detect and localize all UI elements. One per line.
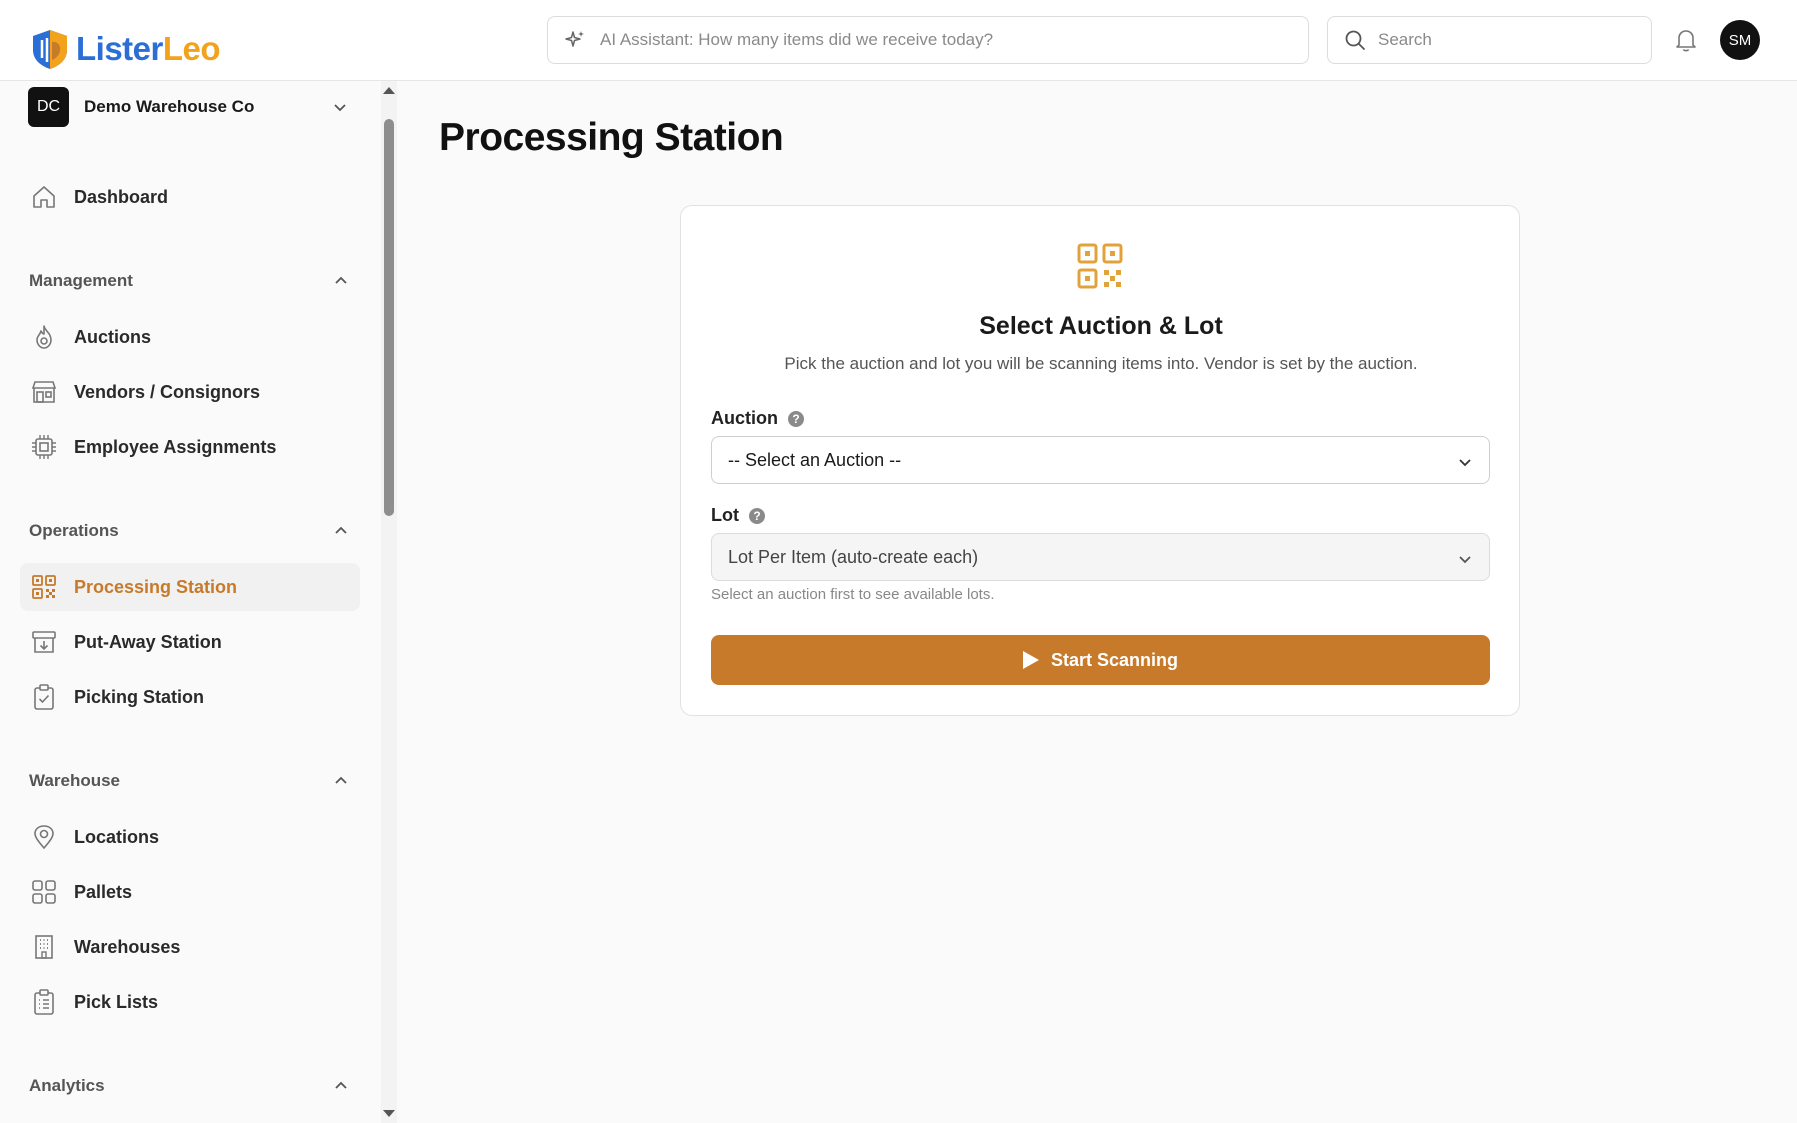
lot-hint: Select an auction first to see available… <box>711 586 995 603</box>
ai-assistant-placeholder: AI Assistant: How many items did we rece… <box>600 30 994 49</box>
sidebar: DC Demo Warehouse Co Dashboard Managemen… <box>0 81 380 1123</box>
scroll-up-arrow[interactable] <box>383 87 395 94</box>
chip-icon <box>32 435 56 459</box>
help-icon[interactable]: ? <box>788 410 804 427</box>
sidebar-item-label: Auctions <box>74 326 152 347</box>
search-icon <box>1345 30 1365 50</box>
start-scanning-label: Start Scanning <box>1050 649 1179 670</box>
section-analytics[interactable]: Analytics <box>29 1074 349 1098</box>
store-icon <box>31 381 57 403</box>
lot-select-value: Lot Per Item (auto-create each) <box>728 546 979 567</box>
section-warehouse[interactable]: Warehouse <box>29 769 349 793</box>
lot-select[interactable]: Lot Per Item (auto-create each) <box>711 533 1490 581</box>
section-management[interactable]: Management <box>29 269 349 293</box>
section-title: Warehouse <box>29 771 121 790</box>
sidebar-item-label: Employee Assignments <box>74 436 277 457</box>
sidebar-item-processing-station[interactable]: Processing Station <box>20 563 360 611</box>
app-logo[interactable]: ListerLeo <box>30 28 221 70</box>
sidebar-item-label: Processing Station <box>74 576 238 597</box>
card-title: Select Auction & Lot <box>979 312 1223 340</box>
sidebar-item-label: Picking Station <box>74 686 205 707</box>
logo-text: ListerLeo <box>76 30 221 67</box>
chevron-up-icon <box>335 276 347 284</box>
clipboard-check-icon <box>34 684 54 710</box>
org-switcher[interactable]: DC Demo Warehouse Co <box>28 87 348 127</box>
sidebar-item-label: Put-Away Station <box>74 631 222 652</box>
auction-label-text: Auction <box>711 408 778 428</box>
map-pin-icon <box>34 825 54 850</box>
clipboard-list-icon <box>34 989 54 1015</box>
start-scanning-button[interactable]: Start Scanning <box>711 635 1490 685</box>
sidebar-item-label: Dashboard <box>74 186 169 207</box>
sparkle-icon <box>565 31 584 47</box>
home-icon <box>33 186 55 208</box>
sidebar-item-picking-station[interactable]: Picking Station <box>20 673 360 721</box>
sidebar-item-pallets[interactable]: Pallets <box>20 868 360 916</box>
sidebar-item-label: Pallets <box>74 881 133 902</box>
chevron-down-icon <box>1459 459 1471 467</box>
user-avatar[interactable]: SM <box>1720 20 1760 60</box>
section-title: Operations <box>29 521 119 540</box>
help-icon[interactable]: ? <box>748 507 765 524</box>
qr-code-icon <box>32 575 56 599</box>
top-bar: ListerLeo AI Assistant: How many items d… <box>0 0 1797 81</box>
sidebar-item-locations[interactable]: Locations <box>20 813 360 861</box>
section-title: Analytics <box>29 1076 105 1095</box>
qr-code-icon <box>1077 243 1123 289</box>
select-auction-card: Select Auction & Lot Pick the auction an… <box>680 205 1520 716</box>
sidebar-item-pick-lists[interactable]: Pick Lists <box>20 978 360 1026</box>
sidebar-item-warehouses[interactable]: Warehouses <box>20 923 360 971</box>
page-title: Processing Station <box>439 116 784 159</box>
scroll-thumb[interactable] <box>384 119 394 516</box>
archive-down-icon <box>32 631 56 653</box>
grid-icon <box>32 880 56 904</box>
sidebar-item-employee-assignments[interactable]: Employee Assignments <box>20 423 360 471</box>
org-badge: DC <box>28 87 69 127</box>
sidebar-item-vendors[interactable]: Vendors / Consignors <box>20 368 360 416</box>
lot-label: Lot ? <box>711 505 765 526</box>
auction-select[interactable]: -- Select an Auction -- <box>711 436 1490 484</box>
org-name: Demo Warehouse Co <box>84 97 255 116</box>
sidebar-item-label: Locations <box>74 826 160 847</box>
sidebar-item-put-away-station[interactable]: Put-Away Station <box>20 618 360 666</box>
shield-logo-icon <box>33 30 67 69</box>
card-subtitle: Pick the auction and lot you will be sca… <box>784 354 1418 373</box>
building-icon <box>35 935 53 959</box>
auction-select-value: -- Select an Auction -- <box>728 449 902 470</box>
chevron-down-icon <box>334 104 346 112</box>
sidebar-scrollbar[interactable] <box>381 81 397 1123</box>
ai-assistant-input[interactable]: AI Assistant: How many items did we rece… <box>547 16 1309 64</box>
auction-label: Auction ? <box>711 408 804 429</box>
search-placeholder: Search <box>1378 30 1432 49</box>
lot-label-text: Lot <box>711 505 739 525</box>
play-icon <box>1022 651 1039 669</box>
section-operations[interactable]: Operations <box>29 519 349 543</box>
chevron-up-icon <box>335 1081 347 1089</box>
section-title: Management <box>29 271 133 290</box>
chevron-down-icon <box>1459 556 1471 564</box>
sidebar-item-label: Warehouses <box>74 936 181 957</box>
sidebar-item-auctions[interactable]: Auctions <box>20 313 360 361</box>
sidebar-item-label: Vendors / Consignors <box>74 381 261 402</box>
sidebar-item-label: Pick Lists <box>74 991 159 1012</box>
scroll-down-arrow[interactable] <box>383 1110 395 1117</box>
sidebar-item-dashboard[interactable]: Dashboard <box>20 173 360 221</box>
chevron-up-icon <box>335 776 347 784</box>
bell-icon[interactable] <box>1672 26 1700 54</box>
auction-icon <box>36 325 52 349</box>
search-input[interactable]: Search <box>1327 16 1652 64</box>
chevron-up-icon <box>335 526 347 534</box>
